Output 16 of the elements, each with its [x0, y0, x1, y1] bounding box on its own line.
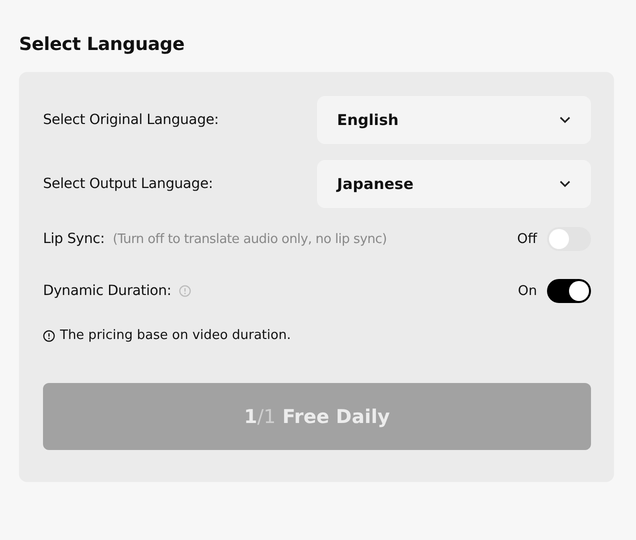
field-label: Select Output Language:: [43, 176, 213, 192]
language-dropdown[interactable]: Japanese: [317, 160, 591, 208]
chevron-down-icon: [559, 116, 571, 124]
language-dropdown[interactable]: English: [317, 96, 591, 144]
toggle-state-text: On: [518, 283, 537, 299]
field-label: Select Original Language:: [43, 112, 219, 128]
toggle-switch[interactable]: [547, 279, 591, 303]
chevron-down-icon: [559, 180, 571, 188]
toggle-label: Lip Sync:: [43, 231, 105, 247]
toggle-state-text: Off: [517, 231, 537, 247]
toggle-switch[interactable]: [547, 227, 591, 251]
pricing-note: The pricing base on video duration.: [60, 328, 291, 343]
toggle-label: Dynamic Duration:: [43, 283, 172, 299]
info-icon: [43, 330, 55, 342]
section-title: Select Language: [19, 34, 186, 55]
hint-text: (Turn off to translate audio only, no lip sync): [112, 232, 387, 246]
